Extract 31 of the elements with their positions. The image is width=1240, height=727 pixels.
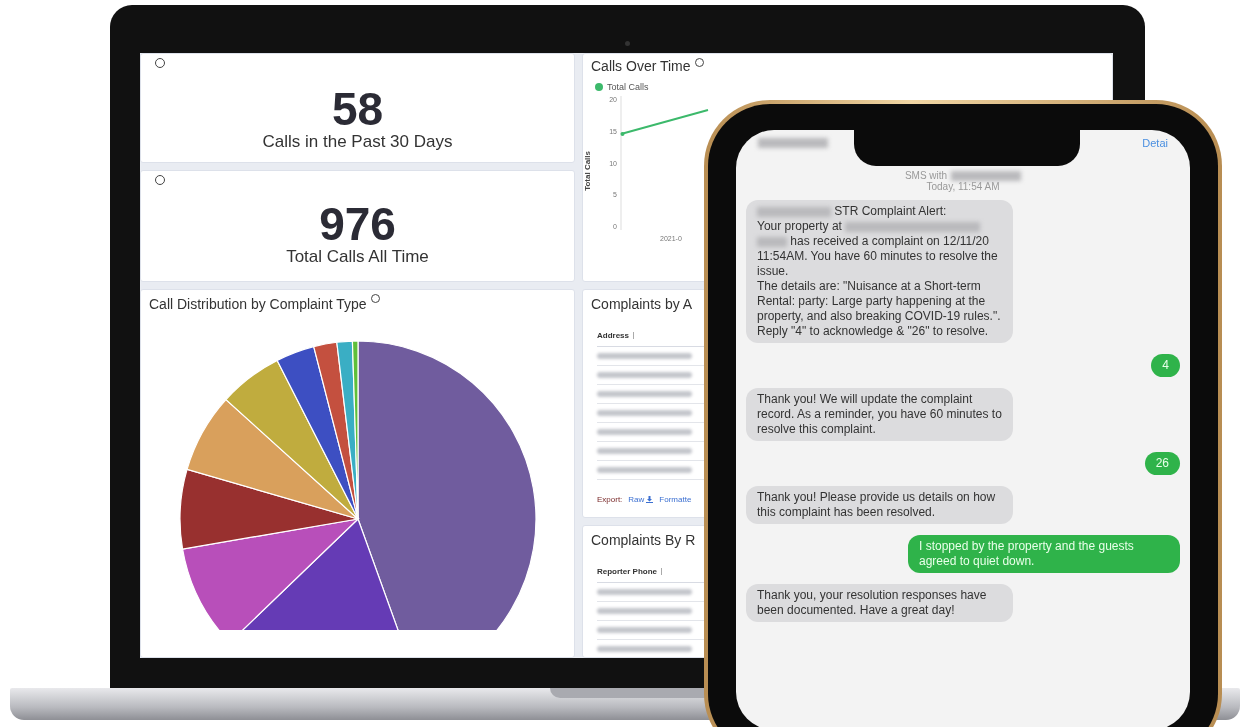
card-title: Call Distribution by Complaint Type [149,296,367,312]
legend-dot [595,83,603,91]
received-message: Thank you, your resolution responses have been documented. Have a great day! [746,584,1013,622]
redacted-text [951,170,1022,181]
card-title: Calls Over Time [591,58,691,74]
axis-title: Total Calls [583,151,593,191]
legend-label: Total Calls [607,82,649,92]
sent-message: 26 [1144,452,1180,475]
stat-value: 976 [319,201,396,247]
stat-value: 58 [331,86,384,132]
camera-icon [625,41,630,46]
sent-message: 4 [1151,354,1180,377]
message-timestamp: Today, 11:54 AM [926,181,1000,192]
redacted-text [757,236,787,247]
conversation-label: SMS with [904,170,948,181]
stat-label: Calls in the Past 30 Days [262,132,453,152]
column-header[interactable]: Address [597,331,629,340]
column-header[interactable]: Reporter Phone [597,567,657,576]
export-link[interactable]: Raw [628,494,654,505]
received-message: Thank you! Please provide us details on how this complaint has been resolved. [746,486,1013,524]
details-link[interactable]: Detai [1142,137,1168,149]
card-title: Complaints By R [591,532,696,548]
export-label: Export: [597,494,623,505]
download-icon [646,496,654,503]
export-link[interactable]: Formatte [659,494,692,505]
sent-message: I stopped by the property and the guests agreed to quiet down. [908,535,1180,573]
card-title: Complaints by A [591,296,693,312]
received-message: STR Complaint Alert: Your property at has received a complaint on 12/11/20 11:54AM. You have 60 minutes to resolve the issue. The details are: "Nuisance at a Short-term Rental: party: Large party happening at the property, and also breaking COVID-19 rules.". Reply "4" to acknowledge & "26" to resolve. [746,200,1013,343]
stat-label: Total Calls All Time [286,247,429,267]
received-message: Thank you! We will update the complaint record. As a reminder, you have 60 minutes to resolve this complaint. [746,388,1013,441]
redacted-text [758,138,828,148]
